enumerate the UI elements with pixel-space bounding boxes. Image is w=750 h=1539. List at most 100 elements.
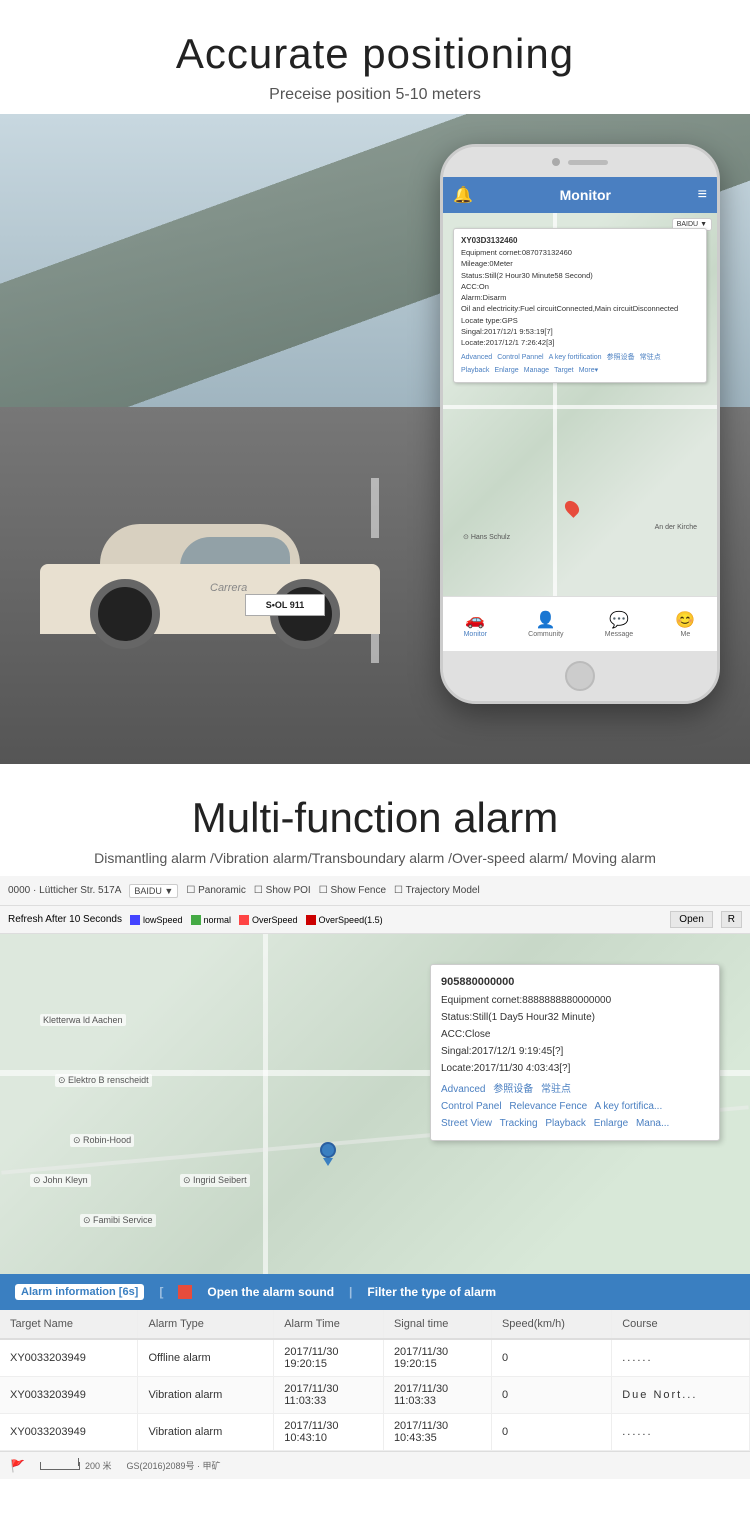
phone-screen: 🔔 Monitor ≡ BAIDU ▼ XY03D3132460 Equipme…	[443, 177, 717, 651]
link-playback[interactable]: Playback	[461, 367, 489, 374]
link-target[interactable]: Target	[554, 367, 573, 374]
message-icon: 💬	[608, 611, 630, 629]
app-header: 🔔 Monitor ≡	[443, 177, 717, 213]
section1-header: Accurate positioning Preceise position 5…	[0, 0, 750, 114]
normal-dot	[191, 915, 201, 925]
label-john: ⊙ John Kleyn	[30, 1174, 91, 1187]
car-body: S•OL 911 Carrera	[20, 494, 400, 634]
popup-alarm: Alarm:Disarm	[461, 292, 699, 303]
popup-links: Advanced Control Pannel A key fortificat…	[461, 351, 699, 376]
cell-speed-0: 0	[491, 1339, 611, 1377]
link-manage[interactable]: Manage	[524, 367, 549, 374]
th-course: Course	[612, 1310, 750, 1339]
map-location-pin	[320, 1142, 336, 1164]
popup-link-tracking[interactable]: Tracking	[500, 1118, 538, 1129]
pin-head	[320, 1142, 336, 1158]
popup-link-enlarge[interactable]: Enlarge	[594, 1118, 628, 1129]
nav-message[interactable]: 💬 Message	[605, 611, 633, 638]
toolbar-show-fence[interactable]: ☐ Show Fence	[319, 885, 386, 896]
popup-link-reference[interactable]: 参照设备	[493, 1084, 533, 1095]
red-flag-icon: 🚩	[10, 1459, 25, 1473]
popup-device-id: XY03D3132460	[461, 235, 699, 247]
menu-icon: ≡	[698, 186, 707, 204]
link-parking[interactable]: 常驻点	[640, 354, 661, 361]
cell-target-0: XY0033203949	[0, 1339, 138, 1377]
popup-link-playback[interactable]: Playback	[545, 1118, 586, 1129]
cell-course-0: ......	[612, 1339, 750, 1377]
gs-label: GS(2016)2089号 · 甲矿	[126, 1459, 220, 1472]
link-device[interactable]: 参照设备	[607, 354, 635, 361]
alarm-open-sound[interactable]: Open the alarm sound	[207, 1285, 334, 1299]
popup-link-parking[interactable]: 常驻点	[541, 1084, 571, 1095]
map-info-popup: 905880000000 Equipment cornet:8888888880…	[430, 964, 720, 1141]
me-icon: 😊	[674, 611, 696, 629]
th-alarm-type: Alarm Type	[138, 1310, 274, 1339]
speed-legend-normal: normal	[191, 915, 232, 925]
link-enlarge[interactable]: Enlarge	[495, 367, 519, 374]
section1-subtitle: Preceise position 5-10 meters	[20, 86, 730, 104]
cell-target-1: XY0033203949	[0, 1377, 138, 1414]
cell-course-1: Due Nort...	[612, 1377, 750, 1414]
footer-map-bar: 🚩 200 米 GS(2016)2089号 · 甲矿	[0, 1451, 750, 1479]
car-image: S•OL 911 Carrera	[20, 384, 420, 664]
popup-acc: ACC:On	[461, 281, 699, 292]
popup-oil: Oil and electricity:Fuel circuitConnecte…	[461, 303, 699, 314]
map-speed-bar: Refresh After 10 Seconds lowSpeed normal…	[0, 906, 750, 934]
monitor-icon: 🚗	[464, 611, 486, 629]
cell-signal-time-0: 2017/11/3019:20:15	[383, 1339, 491, 1377]
phone-top-bar	[443, 147, 717, 177]
car-wheel-left	[90, 579, 160, 649]
popup-link-manage[interactable]: Mana...	[636, 1118, 669, 1129]
link-advanced[interactable]: Advanced	[461, 354, 492, 361]
nav-monitor[interactable]: 🚗 Monitor	[464, 611, 487, 638]
scale-line	[40, 1462, 80, 1470]
link-more[interactable]: More▾	[579, 367, 598, 374]
community-icon: 👤	[535, 611, 557, 629]
alarm-filter[interactable]: Filter the type of alarm	[367, 1285, 496, 1299]
refresh-label: Refresh After 10 Seconds	[8, 914, 122, 925]
car-logo: Carrera	[210, 582, 247, 594]
cell-alarm-type-1: Vibration alarm	[138, 1377, 274, 1414]
label-robin: ⊙ Robin-Hood	[70, 1134, 134, 1147]
license-plate: S•OL 911	[245, 594, 325, 616]
th-target: Target Name	[0, 1310, 138, 1339]
nav-community[interactable]: 👤 Community	[528, 611, 563, 638]
popup-link-fortification[interactable]: A key fortifica...	[594, 1101, 662, 1112]
popup-link-advanced[interactable]: Advanced	[441, 1084, 485, 1095]
map-toolbar: 0000 · Lütticher Str. 517A BAIDU ▼ ☐ Pan…	[0, 876, 750, 906]
cell-alarm-time-2: 2017/11/3010:43:10	[274, 1414, 384, 1451]
open-button[interactable]: Open	[670, 911, 712, 928]
cell-speed-2: 0	[491, 1414, 611, 1451]
hans-label: ⊙ Hans Schulz	[463, 533, 510, 541]
map-road-vertical	[263, 934, 268, 1274]
table-row: XY0033203949 Vibration alarm 2017/11/301…	[0, 1377, 750, 1414]
popup-link-street[interactable]: Street View	[441, 1118, 492, 1129]
phone-home-btn[interactable]	[443, 651, 717, 701]
phone-camera	[552, 158, 560, 166]
toolbar-panoramic[interactable]: ☐ Panoramic	[186, 885, 246, 896]
popup-link-relevance[interactable]: Relevance Fence	[509, 1101, 587, 1112]
map-road-h	[443, 405, 717, 409]
nav-me[interactable]: 😊 Me	[674, 611, 696, 638]
speed-legend-overspeed: OverSpeed	[239, 915, 298, 925]
car-lower: S•OL 911 Carrera	[40, 564, 380, 634]
label-kletterwa: Kletterwa ld Aachen	[40, 1014, 126, 1026]
label-famibi: ⊙ Famibi Service	[80, 1214, 156, 1227]
cell-alarm-type-2: Vibration alarm	[138, 1414, 274, 1451]
link-control[interactable]: Control Pannel	[497, 354, 543, 361]
speed-legend-overspeed15: OverSpeed(1.5)	[306, 915, 383, 925]
section2-header: Multi-function alarm Dismantling alarm /…	[0, 764, 750, 876]
link-fortification[interactable]: A key fortification	[549, 354, 602, 361]
popup-status2: Status:Still(1 Day5 Hour32 Minute)	[441, 1009, 709, 1026]
popup-equipment2: Equipment cornet:8888888880000000	[441, 992, 709, 1009]
home-circle	[565, 661, 595, 691]
popup-locate-type: Locate type:GPS	[461, 315, 699, 326]
app-nav-bar: 🚗 Monitor 👤 Community 💬 Message 😊 Me	[443, 596, 717, 651]
cell-alarm-time-0: 2017/11/3019:20:15	[274, 1339, 384, 1377]
cell-target-2: XY0033203949	[0, 1414, 138, 1451]
toolbar-show-poi[interactable]: ☐ Show POI	[254, 885, 311, 896]
r-button[interactable]: R	[721, 911, 742, 928]
toolbar-trajectory[interactable]: ☐ Trajectory Model	[394, 885, 480, 896]
toolbar-dropdown[interactable]: BAIDU ▼	[129, 884, 178, 898]
popup-link-control[interactable]: Control Panel	[441, 1101, 502, 1112]
